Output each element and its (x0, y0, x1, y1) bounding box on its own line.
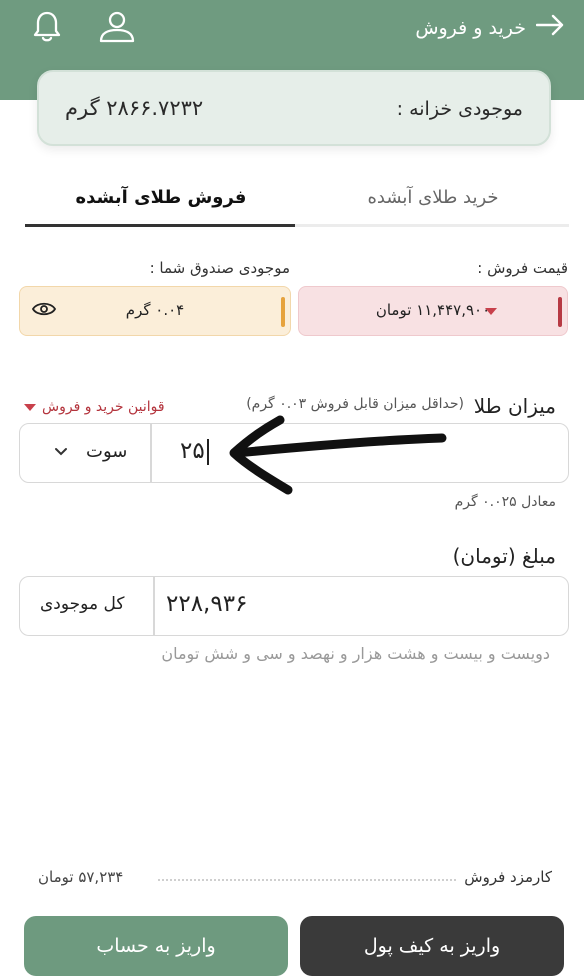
treasury-card: موجودی خزانه : ۲۸۶۶.۷۲۳۲ گرم (37, 70, 551, 146)
gold-amount-field[interactable]: ۲۵ سوت (19, 423, 569, 483)
header-back[interactable]: خرید و فروش (415, 14, 564, 41)
unit-select[interactable]: سوت (54, 441, 127, 462)
rules-link[interactable]: قوانین خرید و فروش (24, 399, 165, 415)
eye-icon[interactable] (31, 301, 57, 321)
arrow-right-icon[interactable] (535, 14, 564, 41)
tab-active-indicator (25, 224, 295, 227)
header-title: خرید و فروش (415, 16, 526, 39)
header-icons (32, 10, 136, 44)
text-caret (206, 438, 209, 465)
all-balance-button[interactable]: کل موجودی (40, 594, 124, 614)
deposit-wallet-button[interactable]: واریز به کیف پول (300, 916, 564, 976)
gold-amount-input[interactable]: ۲۵ (180, 438, 209, 465)
gold-amount-title: میزان طلا (473, 394, 556, 418)
deposit-account-button[interactable]: واریز به حساب (24, 916, 288, 976)
rules-link-label: قوانین خرید و فروش (42, 399, 165, 415)
trade-tabs: خرید طلای آبشده فروش طلای آبشده (25, 170, 569, 228)
sell-price-value: ۱۱,۴۴۷,۹۰۰ تومان (375, 301, 491, 319)
chevron-down-icon (54, 441, 68, 462)
tab-buy[interactable]: خرید طلای آبشده (297, 170, 569, 224)
rules-dropdown-icon (24, 403, 36, 411)
annotation-arrow (229, 415, 447, 495)
user-icon[interactable] (98, 10, 136, 44)
wallet-balance-box: ۰.۰۴ گرم (19, 286, 291, 336)
amount-in-words: دویست و بیست و هشت هزار و نهصد و سی و شش… (161, 644, 550, 663)
sell-price-box: ۱۱,۴۴۷,۹۰۰ تومان (298, 286, 568, 336)
price-down-icon (485, 308, 497, 315)
treasury-label: موجودی خزانه : (396, 98, 523, 120)
sell-price-label: قیمت فروش : (477, 259, 568, 277)
bell-icon[interactable] (32, 10, 62, 44)
treasury-value: ۲۸۶۶.۷۲۳۲ گرم (65, 96, 204, 120)
field-divider (150, 424, 152, 482)
field-divider (153, 577, 155, 635)
gold-amount-hint: (حداقل میزان قابل فروش ۰.۰۳ گرم) (246, 396, 464, 412)
amount-field[interactable]: ۲۲۸,۹۳۶ کل موجودی (19, 576, 569, 636)
fee-row: کارمزد فروش ۵۷,۲۳۴ تومان (38, 866, 552, 892)
amount-input[interactable]: ۲۲۸,۹۳۶ (166, 591, 247, 617)
wallet-balance-label: موجودی صندوق شما : (149, 259, 290, 277)
fee-label: کارمزد فروش (464, 868, 552, 886)
fee-dotted-leader (158, 879, 456, 881)
wallet-balance-value: ۰.۰۴ گرم (125, 301, 185, 319)
amount-title: مبلغ (تومان) (452, 544, 556, 568)
gold-equivalent: معادل ۰.۰۲۵ گرم (454, 494, 556, 510)
unit-select-value: سوت (86, 441, 128, 462)
tab-sell[interactable]: فروش طلای آبشده (25, 170, 297, 224)
fee-value: ۵۷,۲۳۴ تومان (38, 868, 124, 886)
